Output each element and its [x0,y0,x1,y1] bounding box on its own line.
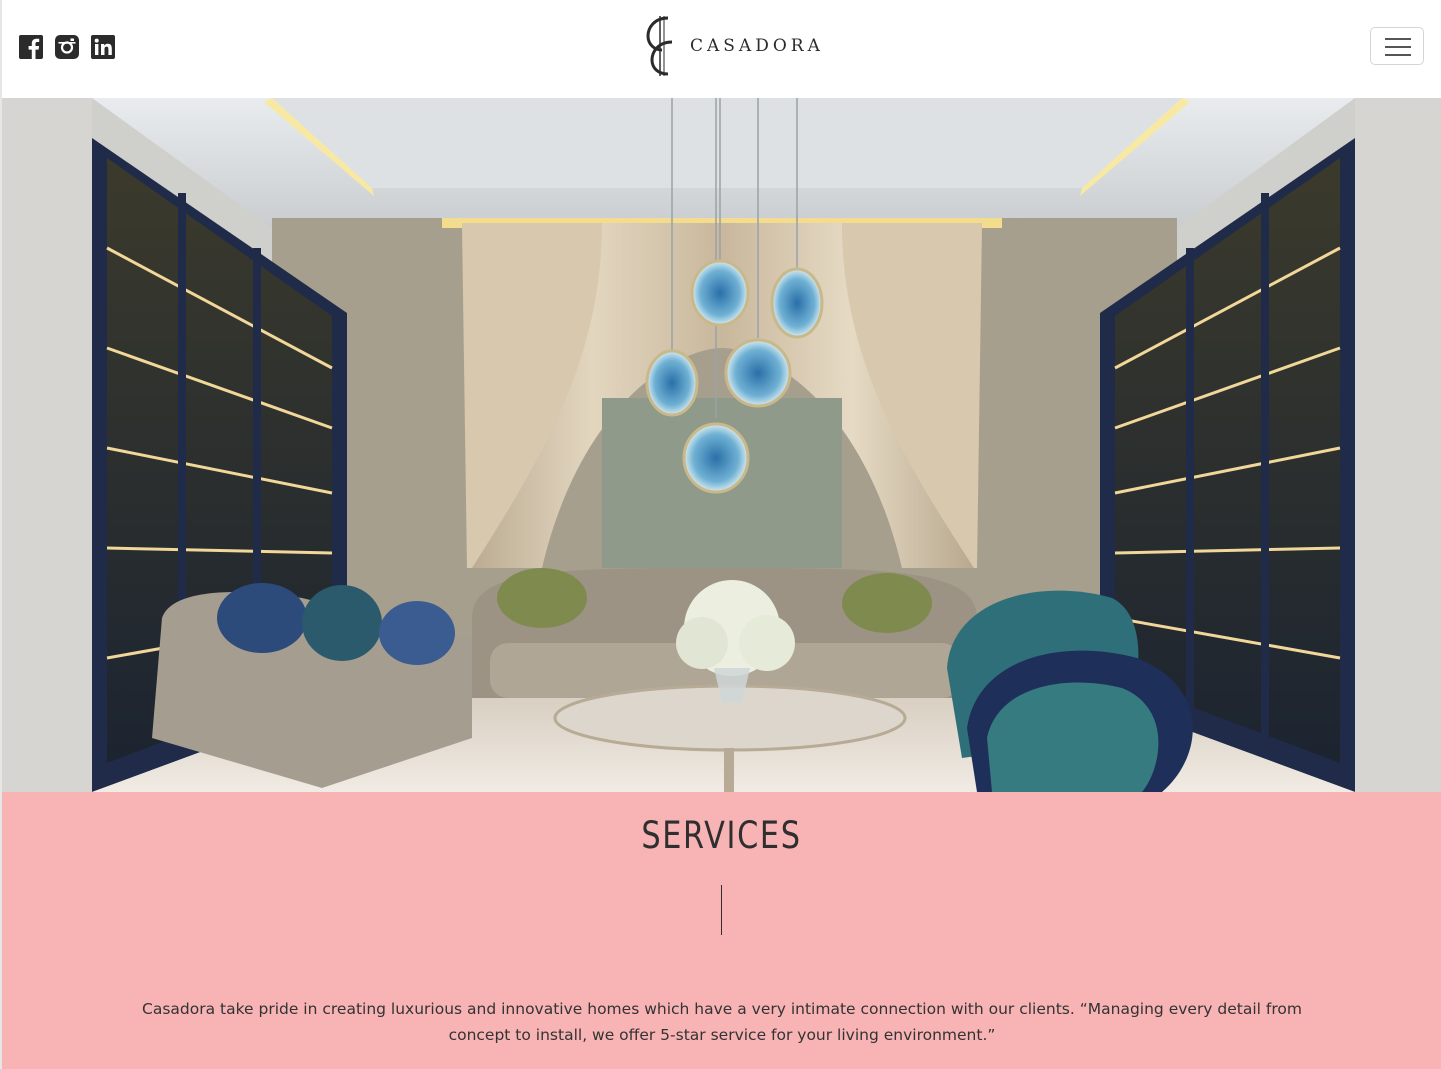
linkedin-icon [91,35,115,59]
living-room-illustration [2,98,1441,792]
services-description: Casadora take pride in creating luxuriou… [142,1000,1302,1044]
menu-toggle-button[interactable] [1370,27,1424,65]
hero-image [2,98,1441,792]
instagram-link[interactable] [55,35,79,59]
site-logo[interactable]: CASADORA [642,14,824,78]
facebook-icon [19,35,43,59]
casadora-monogram-icon [646,16,673,76]
linkedin-link[interactable] [91,35,115,59]
services-title: SERVICES [641,814,802,857]
site-header: CASADORA [2,0,1441,98]
services-divider [721,885,722,935]
services-section: SERVICES Casadora take pride in creating… [2,792,1441,1069]
instagram-icon [55,35,79,59]
logo-text: CASADORA [690,36,824,56]
facebook-link[interactable] [19,35,43,59]
social-links [19,35,115,59]
